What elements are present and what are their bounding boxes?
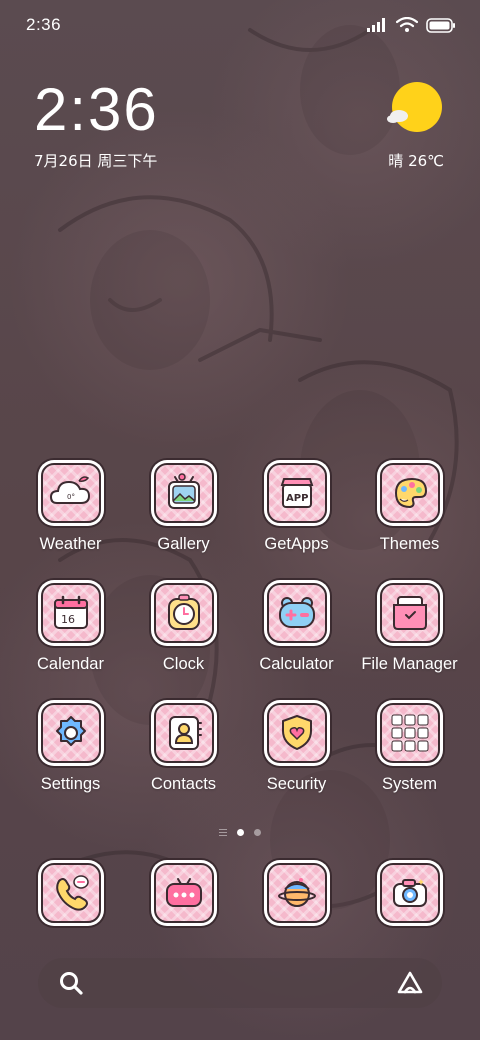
app-contacts[interactable]: Contacts	[127, 700, 240, 794]
page-dot-active	[237, 829, 244, 836]
weather-temperature: 26℃	[408, 152, 444, 170]
search-bar[interactable]	[38, 958, 442, 1008]
search-icon[interactable]	[58, 970, 84, 996]
battery-icon	[426, 17, 455, 33]
app-label: System	[381, 775, 437, 793]
assistant-icon[interactable]	[396, 970, 424, 996]
app-label: Weather	[39, 535, 102, 553]
signal-icon	[367, 18, 385, 32]
browser-app-icon	[263, 860, 330, 926]
app-grid: 0° Weather Gallery APP GetApps Themes 16…	[14, 460, 466, 794]
app-gallery[interactable]: Gallery	[127, 460, 240, 554]
app-label: Calculator	[259, 655, 334, 673]
security-app-icon	[263, 700, 330, 766]
file-manager-app-icon	[376, 580, 443, 646]
calendar-app-icon: 16	[37, 580, 104, 646]
camera-app-icon	[376, 860, 443, 926]
themes-icon	[394, 477, 427, 509]
clock-widget[interactable]: 2:36 7月26日 周三下午	[34, 78, 159, 171]
wifi-icon	[396, 17, 418, 32]
app-label: Gallery	[157, 535, 210, 553]
page-dot	[254, 829, 261, 836]
gallery-app-icon	[150, 460, 217, 526]
app-file-manager[interactable]: File Manager	[353, 580, 466, 674]
clock-icon	[167, 594, 200, 630]
dock-phone[interactable]	[14, 860, 127, 926]
dock-camera[interactable]	[353, 860, 466, 926]
settings-icon	[55, 716, 86, 746]
status-time: 2:36	[26, 15, 62, 34]
app-label: Settings	[40, 775, 101, 793]
getapps-icon: APP	[280, 478, 313, 508]
app-getapps[interactable]: APP GetApps	[240, 460, 353, 554]
app-themes[interactable]: Themes	[353, 460, 466, 554]
svg-text:APP: APP	[286, 493, 308, 504]
security-icon	[281, 715, 312, 750]
calendar-icon: 16	[53, 595, 88, 629]
folder-contents-icon	[391, 714, 428, 752]
page-indicator[interactable]	[0, 829, 480, 836]
camera-icon	[392, 879, 427, 907]
weather-condition: 晴	[388, 152, 404, 170]
messaging-icon	[165, 878, 202, 907]
app-settings[interactable]: Settings	[14, 700, 127, 794]
getapps-app-icon: APP	[263, 460, 330, 526]
weather-info: 晴 26℃	[374, 150, 444, 171]
messaging-app-icon	[150, 860, 217, 926]
status-icons	[366, 17, 456, 33]
contacts-app-icon	[150, 700, 217, 766]
svg-text:16: 16	[61, 613, 75, 626]
calculator-app-icon	[263, 580, 330, 646]
app-label: Clock	[162, 655, 205, 673]
app-label: Calendar	[37, 655, 104, 673]
phone-app-icon	[37, 860, 104, 926]
app-calculator[interactable]: Calculator	[240, 580, 353, 674]
status-bar: 2:36	[0, 0, 480, 50]
app-system-folder[interactable]: System	[353, 700, 466, 794]
gallery-icon	[167, 473, 200, 509]
clock-widget-date: 7月26日 周三下午	[34, 152, 158, 170]
calculator-icon	[278, 597, 315, 628]
file-manager-icon	[392, 596, 427, 630]
system-folder-icon	[376, 700, 443, 766]
weather-widget[interactable]: 晴 26℃	[374, 80, 444, 171]
weather-app-icon: 0°	[37, 460, 104, 526]
dock	[14, 860, 466, 926]
app-label: GetApps	[264, 535, 329, 553]
app-label: File Manager	[361, 655, 458, 673]
phone-icon	[55, 875, 89, 911]
app-label: Contacts	[150, 775, 217, 793]
dock-messaging[interactable]	[127, 860, 240, 926]
app-security[interactable]: Security	[240, 700, 353, 794]
clock-widget-time: 2:36	[34, 76, 159, 143]
themes-app-icon	[376, 460, 443, 526]
settings-app-icon	[37, 700, 104, 766]
app-label: Themes	[379, 535, 440, 553]
browser-icon	[277, 878, 316, 907]
app-weather[interactable]: 0° Weather	[14, 460, 127, 554]
dock-browser[interactable]	[240, 860, 353, 926]
app-calendar[interactable]: 16 Calendar	[14, 580, 127, 674]
sun-cloud-icon	[386, 80, 444, 138]
page-list-icon	[219, 829, 227, 836]
clock-app-icon	[150, 580, 217, 646]
app-label: Security	[266, 775, 327, 793]
app-clock[interactable]: Clock	[127, 580, 240, 674]
svg-text:0°: 0°	[67, 493, 75, 501]
contacts-icon	[168, 716, 202, 750]
weather-icon: 0°	[49, 476, 90, 504]
